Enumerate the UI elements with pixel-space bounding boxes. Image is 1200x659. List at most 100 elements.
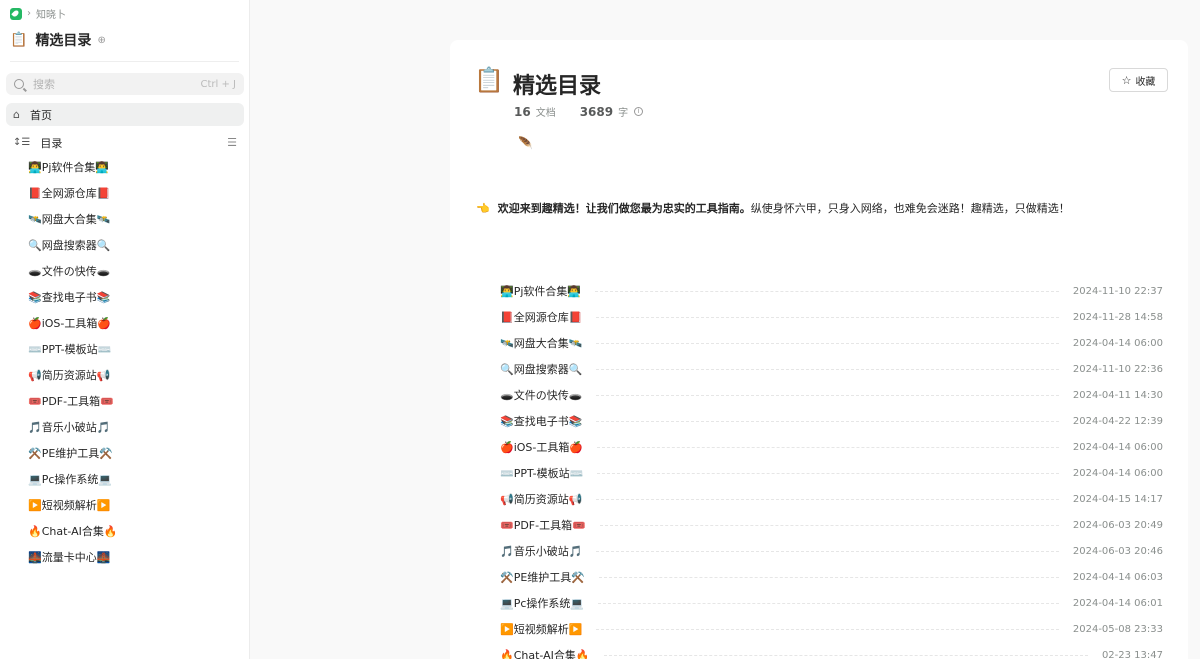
sidebar-item-home[interactable]: ⌂ 首页 (6, 103, 244, 126)
list-item[interactable]: 🕳️文件の快传🕳️ 2024-04-11 14:30 (500, 382, 1163, 408)
toc-item[interactable]: ⚒️PE维护工具⚒️ (28, 443, 238, 469)
doc-date: 2024-05-08 23:33 (1072, 623, 1163, 635)
doc-title[interactable]: 🎟️PDF-工具箱🎟️ (500, 517, 586, 533)
leader-line (599, 524, 1059, 526)
list-item[interactable]: 📚查找电子书📚 2024-04-22 12:39 (500, 408, 1163, 434)
clipboard-icon: 📋 (10, 32, 28, 48)
doc-date: 2024-11-10 22:36 (1072, 363, 1163, 375)
leader-line (596, 394, 1059, 396)
list-item[interactable]: 📢简历资源站📢 2024-04-15 14:17 (500, 486, 1163, 512)
doc-date: 2024-04-14 06:01 (1072, 597, 1163, 609)
list-item[interactable]: 🎵音乐小破站🎵 2024-06-03 20:46 (500, 538, 1163, 564)
doc-title[interactable]: 📕全网源仓库📕 (500, 309, 582, 325)
toc-item[interactable]: 📚查找电子书📚 (28, 287, 238, 313)
doc-date: 2024-04-14 06:00 (1072, 337, 1163, 349)
globe-icon: ⊕ (97, 34, 106, 46)
sidebar-item-toc[interactable]: ↕☰ 目录 ☰ (6, 131, 244, 154)
doc-date: 2024-04-14 06:00 (1072, 441, 1163, 453)
list-item[interactable]: 🔍网盘搜索器🔍 2024-11-10 22:36 (500, 356, 1163, 382)
toc-item[interactable]: 🍎iOS-工具箱🍎 (28, 313, 238, 339)
logo-icon[interactable] (10, 7, 22, 20)
list-item[interactable]: ⌨️PPT-模板站⌨️ 2024-04-14 06:00 (500, 460, 1163, 486)
welcome-bold: 欢迎来到趣精选！让我们做您最为忠实的工具指南。 (497, 202, 751, 215)
star-icon: ☆ (1121, 73, 1132, 87)
doc-title[interactable]: 👨‍💻Pj软件合集👨‍💻 (500, 283, 581, 299)
toc-item[interactable]: 🔍网盘搜索器🔍 (28, 235, 238, 261)
doc-title[interactable]: 🕳️文件の快传🕳️ (500, 387, 582, 403)
doc-unit: 文档 (535, 108, 556, 119)
doc-count: 16 (514, 104, 531, 119)
doc-title[interactable]: 📚查找电子书📚 (500, 413, 582, 429)
toc-item[interactable]: ▶️短视频解析▶️ (28, 495, 238, 521)
doc-title[interactable]: 🔥Chat-AI合集🔥 (500, 647, 590, 659)
leader-line (595, 290, 1059, 292)
leader-line (598, 576, 1059, 578)
leader-line (596, 628, 1059, 630)
list-item[interactable]: 💻Pc操作系统💻 2024-04-14 06:01 (500, 590, 1163, 616)
toc-item[interactable]: 🎵音乐小破站🎵 (28, 417, 238, 443)
sidebar-item-label: 首页 (29, 108, 52, 122)
toc-item[interactable]: ⌨️PPT-模板站⌨️ (28, 339, 238, 365)
favorite-button[interactable]: ☆ 收藏 (1109, 68, 1168, 92)
doc-date: 2024-04-15 14:17 (1072, 493, 1163, 505)
welcome-rest: 纵使身怀六甲，只身入网络，也难免会迷路！趣精选，只做精选！ (750, 202, 1070, 215)
chevron-right-icon: › (27, 8, 31, 19)
list-item[interactable]: 🎟️PDF-工具箱🎟️ 2024-06-03 20:49 (500, 512, 1163, 538)
toc-item[interactable]: 🛰️网盘大合集🛰️ (28, 209, 238, 235)
search-icon (14, 79, 24, 89)
sidebar-item-label: 目录 (40, 136, 63, 150)
doc-title[interactable]: 🔍网盘搜索器🔍 (500, 361, 582, 377)
doc-date: 2024-04-14 06:00 (1072, 467, 1163, 479)
doc-list: 👨‍💻Pj软件合集👨‍💻 2024-11-10 22:37 📕全网源仓库📕 2024… (500, 278, 1163, 659)
doc-date: 02-23 13:47 (1101, 649, 1163, 659)
feather-icon: 🪶 (518, 136, 533, 150)
toc-item[interactable]: 📕全网源仓库📕 (28, 183, 238, 209)
search-input[interactable]: 搜索 Ctrl + J (6, 73, 244, 95)
search-placeholder: 搜索 (33, 78, 55, 91)
leader-line (596, 316, 1059, 318)
list-item[interactable]: ⚒️PE维护工具⚒️ 2024-04-14 06:03 (500, 564, 1163, 590)
list-item[interactable]: 👨‍💻Pj软件合集👨‍💻 2024-11-10 22:37 (500, 278, 1163, 304)
toc-icon: ↕☰ (13, 137, 31, 148)
list-toggle-icon[interactable]: ☰ (227, 136, 237, 149)
list-item[interactable]: 🛰️网盘大合集🛰️ 2024-04-14 06:00 (500, 330, 1163, 356)
doc-title[interactable]: ⚒️PE维护工具⚒️ (500, 569, 585, 585)
favorite-label: 收藏 (1135, 76, 1156, 88)
leader-line (603, 654, 1088, 656)
list-item[interactable]: ▶️短视频解析▶️ 2024-05-08 23:33 (500, 616, 1163, 642)
toc-item[interactable]: 🎟️PDF-工具箱🎟️ (28, 391, 238, 417)
toc-item[interactable]: 🌉流量卡中心🌉 (28, 547, 238, 573)
toc-item[interactable]: 🔥Chat-AI合集🔥 (28, 521, 238, 547)
info-icon[interactable]: i (634, 107, 644, 116)
search-shortcut: Ctrl + J (200, 78, 236, 90)
doc-title[interactable]: 📢简历资源站📢 (500, 491, 582, 507)
home-icon: ⌂ (13, 108, 20, 121)
leader-line (596, 342, 1059, 344)
leader-line (596, 550, 1059, 552)
book-home-card: 📋 精选目录 ☆ 收藏 16 文档 3689 字 i 🪶 👈 欢迎来到趣精选！让我… (450, 40, 1188, 659)
toc-item[interactable]: 💻Pc操作系统💻 (28, 469, 238, 495)
list-item[interactable]: 🔥Chat-AI合集🔥 02-23 13:47 (500, 642, 1163, 659)
doc-title[interactable]: 🛰️网盘大合集🛰️ (500, 335, 582, 351)
doc-date: 2024-04-11 14:30 (1072, 389, 1163, 401)
toc-item[interactable]: 👨‍💻Pj软件合集👨‍💻 (28, 157, 238, 183)
doc-title[interactable]: ▶️短视频解析▶️ (500, 621, 582, 637)
doc-date: 2024-11-28 14:58 (1072, 311, 1163, 323)
page-title: 精选目录 (513, 74, 602, 99)
book-title[interactable]: 精选目录 (35, 30, 91, 50)
word-count: 3689 (579, 104, 614, 119)
breadcrumb-space[interactable]: 知晓卜 (36, 6, 66, 21)
list-item[interactable]: 🍎iOS-工具箱🍎 2024-04-14 06:00 (500, 434, 1163, 460)
leader-line (598, 602, 1059, 604)
toc-item[interactable]: 🕳️文件の快传🕳️ (28, 261, 238, 287)
list-item[interactable]: 📕全网源仓库📕 2024-11-28 14:58 (500, 304, 1163, 330)
doc-title[interactable]: 💻Pc操作系统💻 (500, 595, 584, 611)
doc-title[interactable]: 🎵音乐小破站🎵 (500, 543, 582, 559)
doc-date: 2024-04-14 06:03 (1072, 571, 1163, 583)
doc-title[interactable]: 🍎iOS-工具箱🍎 (500, 439, 583, 455)
clipboard-icon: 📋 (474, 66, 504, 94)
leader-line (596, 498, 1059, 500)
leader-line (597, 446, 1059, 448)
doc-title[interactable]: ⌨️PPT-模板站⌨️ (500, 465, 583, 481)
toc-item[interactable]: 📢简历资源站📢 (28, 365, 238, 391)
